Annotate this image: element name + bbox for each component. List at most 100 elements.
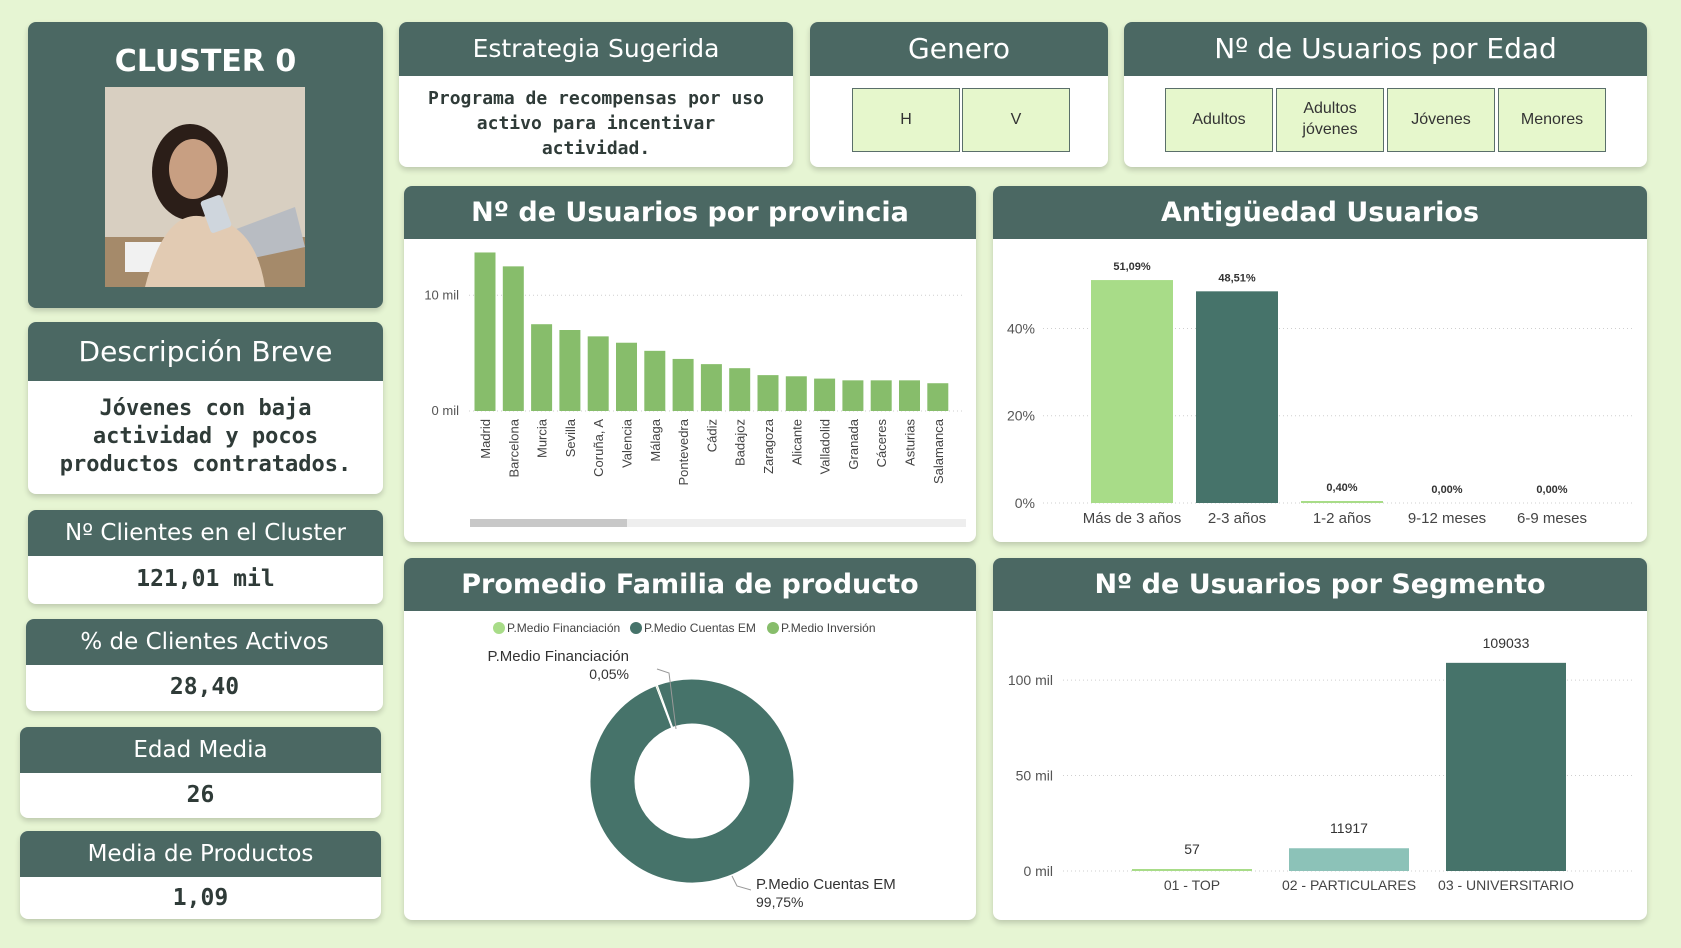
provincia-bar <box>729 368 751 411</box>
provincia-bar <box>672 358 694 411</box>
edad-option-menores[interactable]: Menores <box>1498 88 1606 152</box>
provincia-bar <box>531 324 553 411</box>
cluster-photo <box>105 87 305 287</box>
provincia-ytick: 0 mil <box>432 403 460 418</box>
provincia-xtick: Sevilla <box>563 418 578 457</box>
kpi-productos-value: 1,09 <box>172 885 229 911</box>
provincia-bar <box>502 266 524 411</box>
cluster-title: CLUSTER 0 <box>114 44 297 79</box>
antiguedad-data-label: 0,00% <box>1536 484 1567 496</box>
antiguedad-xtick: 1-2 años <box>1313 510 1371 527</box>
provincia-xtick: Barcelona <box>506 418 521 477</box>
kpi-activos-value: 28,40 <box>169 674 240 700</box>
edad-option-jovenes[interactable]: Jóvenes <box>1387 88 1495 152</box>
kpi-clientes-card: Nº Clientes en el Cluster 121,01 mil <box>28 510 383 604</box>
provincia-bar <box>927 383 949 411</box>
segmento-xtick: 03 - UNIVERSITARIO <box>1438 877 1574 893</box>
familia-leader-line <box>731 875 752 891</box>
provincia-xtick: Zaragoza <box>761 418 776 474</box>
antiguedad-data-label: 51,09% <box>1113 261 1151 273</box>
description-text: Jóvenes con baja actividad y pocos produ… <box>59 396 352 477</box>
provincia-bar <box>616 342 637 411</box>
provincia-xtick: Valladolid <box>818 419 833 474</box>
antiguedad-xtick: Más de 3 años <box>1083 510 1181 527</box>
provincia-xtick: Alicante <box>789 419 804 465</box>
kpi-edad-value: 26 <box>186 782 215 808</box>
antiguedad-ytick: 40% <box>1007 320 1035 336</box>
provincia-scrollbar-thumb[interactable] <box>470 519 627 527</box>
familia-legend-marker <box>630 622 642 634</box>
familia-legend-marker <box>767 622 779 634</box>
genero-option-v[interactable]: V <box>962 88 1070 152</box>
familia-chart: P.Medio Financiación P.Medio Cuentas EM P.… <box>488 621 896 910</box>
kpi-productos-label: Media de Productos <box>20 831 381 877</box>
provincia-chart: 10 mil 0 mil Madrid Barcelona Murcia Sevilla C… <box>424 252 964 486</box>
description-card: Descripción Breve Jóvenes con baja activ… <box>28 322 383 494</box>
provincia-bar <box>700 364 722 411</box>
antiguedad-data-label: 0,00% <box>1431 484 1462 496</box>
provincia-bar <box>644 350 666 411</box>
provincia-xtick: Asturias <box>903 419 918 466</box>
edad-option-adultos[interactable]: Adultos <box>1165 88 1273 152</box>
antiguedad-bar <box>1091 280 1173 503</box>
provincia-scrollbar[interactable] <box>470 519 966 527</box>
antiguedad-xtick: 6-9 meses <box>1517 510 1587 527</box>
provincia-ytick: 10 mil <box>424 287 459 302</box>
antiguedad-xtick: 9-12 meses <box>1408 510 1486 527</box>
antiguedad-chart-card: Antigüedad Usuarios 40% 20% 0% 51,09% Más de… <box>993 186 1647 542</box>
segmento-xtick: 01 - TOP <box>1164 877 1220 893</box>
familia-legend-marker <box>493 622 505 634</box>
kpi-edad-label: Edad Media <box>20 727 381 773</box>
kpi-clientes-label: Nº Clientes en el Cluster <box>28 510 383 556</box>
familia-slice-label: P.Medio Cuentas EM <box>756 876 896 893</box>
familia-slice <box>589 678 795 884</box>
provincia-bar <box>899 380 920 411</box>
familia-legend-label: P.Medio Inversión <box>781 621 876 635</box>
segmento-bar <box>1446 662 1566 871</box>
segmento-ytick: 100 mil <box>1008 672 1053 688</box>
provincia-xtick: Málaga <box>648 418 663 461</box>
segmento-data-label: 57 <box>1184 841 1200 857</box>
cluster-card: CLUSTER 0 <box>28 22 383 308</box>
provincia-xtick: Coruña, A <box>591 419 606 477</box>
segmento-chart-card: Nº de Usuarios por Segmento 100 mil 50 mi… <box>993 558 1647 920</box>
segmento-data-label: 109033 <box>1483 635 1530 651</box>
edad-option-adultos-jovenes[interactable]: Adultos jóvenes <box>1276 88 1384 152</box>
provincia-xtick: Cáceres <box>874 419 889 468</box>
provincia-bar <box>757 375 779 411</box>
provincia-bar <box>842 380 864 411</box>
familia-chart-title: Promedio Familia de producto <box>404 558 976 611</box>
familia-slice-value: 0,05% <box>589 666 629 682</box>
kpi-activos-card: % de Clientes Activos 28,40 <box>26 619 383 711</box>
provincia-xtick: Pontevedra <box>676 418 691 485</box>
provincia-bar <box>814 378 836 411</box>
kpi-activos-label: % de Clientes Activos <box>26 619 383 665</box>
provincia-xtick: Madrid <box>478 419 493 459</box>
segmento-bar <box>1289 848 1409 871</box>
strategy-card: Estrategia Sugerida Programa de recompen… <box>399 22 793 167</box>
antiguedad-chart-title: Antigüedad Usuarios <box>993 186 1647 239</box>
segmento-data-label: 11917 <box>1330 820 1368 836</box>
strategy-text: Programa de recompensas por uso activo p… <box>428 88 764 159</box>
provincia-bar <box>559 330 581 411</box>
segmento-chart-title: Nº de Usuarios por Segmento <box>993 558 1647 611</box>
antiguedad-data-label: 0,40% <box>1326 482 1357 494</box>
provincia-bar <box>870 380 892 411</box>
provincia-chart-card: Nº de Usuarios por provincia 10 mil 0 mil… <box>404 186 976 542</box>
provincia-chart-title: Nº de Usuarios por provincia <box>404 186 976 239</box>
provincia-bar <box>474 252 496 411</box>
antiguedad-data-label: 48,51% <box>1218 272 1256 284</box>
familia-chart-card: Promedio Familia de producto P.Medio Fin… <box>404 558 976 920</box>
segmento-chart: 100 mil 50 mil 0 mil 57 01 - TOP 11917 02 - PA… <box>1008 635 1633 893</box>
genero-slicer: Genero H V <box>810 22 1108 167</box>
edad-slicer: Nº de Usuarios por Edad Adultos Adultos … <box>1124 22 1647 167</box>
provincia-bar <box>785 376 807 411</box>
genero-option-h[interactable]: H <box>852 88 960 152</box>
kpi-clientes-value: 121,01 mil <box>136 566 275 592</box>
provincia-xtick: Granada <box>846 418 861 469</box>
familia-slice-label: P.Medio Financiación <box>488 648 629 665</box>
antiguedad-xtick: 2-3 años <box>1208 510 1266 527</box>
provincia-xtick: Badajoz <box>733 419 748 466</box>
strategy-title: Estrategia Sugerida <box>399 22 793 76</box>
familia-slice-value: 99,75% <box>756 894 803 910</box>
